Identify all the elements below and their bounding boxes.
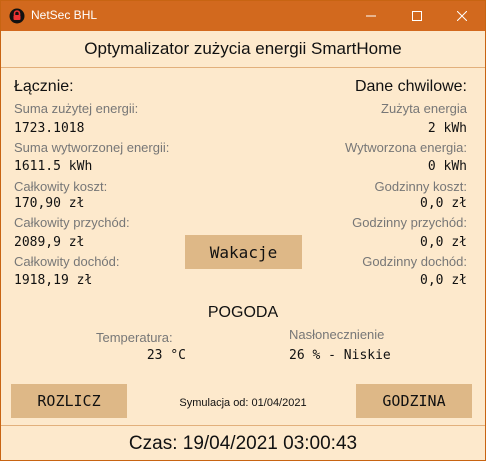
total-energy-used-label: Suma zużytej energii:	[14, 101, 139, 116]
close-icon	[457, 11, 467, 21]
hourly-income-value: 0,0 zł	[420, 273, 467, 288]
hourly-cost-label: Godzinny koszt:	[374, 179, 468, 194]
header-divider	[1, 67, 485, 68]
current-title: Dane chwilowe:	[354, 78, 467, 95]
insolation-label: Nasłonecznienie	[289, 327, 385, 342]
total-revenue-label: Całkowity przychód:	[14, 215, 130, 230]
hourly-cost-value: 0,0 zł	[420, 196, 467, 211]
window-title: NetSec BHL	[31, 8, 98, 22]
current-energy-produced-value: 0 kWh	[427, 159, 467, 174]
current-energy-produced-label: Wytworzona energia:	[345, 140, 467, 155]
total-cost-label: Całkowity koszt:	[14, 179, 108, 194]
total-energy-produced-value: 1611.5 kWh	[14, 159, 93, 174]
current-energy-used-label: Zużyta energia	[381, 101, 467, 116]
total-energy-produced-label: Suma wytworzonej energii:	[14, 140, 170, 155]
lock-icon	[9, 8, 25, 24]
temperature-value: 23 °C	[146, 348, 186, 363]
insolation-value: 26 % - Niskie	[289, 348, 391, 363]
minimize-button[interactable]	[348, 1, 394, 31]
weather-title: POGODA	[207, 304, 279, 321]
maximize-icon	[412, 11, 422, 21]
total-income-label: Całkowity dochód:	[14, 254, 120, 269]
vacation-button[interactable]: Wakacje	[185, 235, 302, 269]
total-income-value: 1918,19 zł	[14, 273, 93, 288]
total-cost-value: 170,90 zł	[14, 196, 85, 211]
minimize-icon	[366, 15, 376, 17]
app-header-title: Optymalizator zużycia energii SmartHome	[84, 39, 402, 58]
total-revenue-value: 2089,9 zł	[14, 235, 85, 250]
maximize-button[interactable]	[394, 1, 440, 31]
hourly-revenue-value: 0,0 zł	[420, 235, 467, 250]
current-energy-used-value: 2 kWh	[427, 121, 467, 136]
total-energy-used-value: 1723.1018	[14, 121, 85, 136]
title-bar[interactable]: NetSec BHL	[1, 1, 485, 31]
hourly-revenue-label: Godzinny przychód:	[352, 215, 467, 230]
close-button[interactable]	[439, 1, 485, 31]
hour-button[interactable]: GODZINA	[356, 384, 472, 418]
footer-divider	[1, 425, 485, 426]
current-time: Czas: 19/04/2021 03:00:43	[128, 433, 358, 454]
app-window: NetSec BHL Optymalizator zużycia energii…	[0, 0, 486, 461]
hourly-income-label: Godzinny dochód:	[362, 254, 467, 269]
temperature-label: Temperatura:	[96, 330, 173, 345]
totals-title: Łącznie:	[14, 78, 74, 95]
